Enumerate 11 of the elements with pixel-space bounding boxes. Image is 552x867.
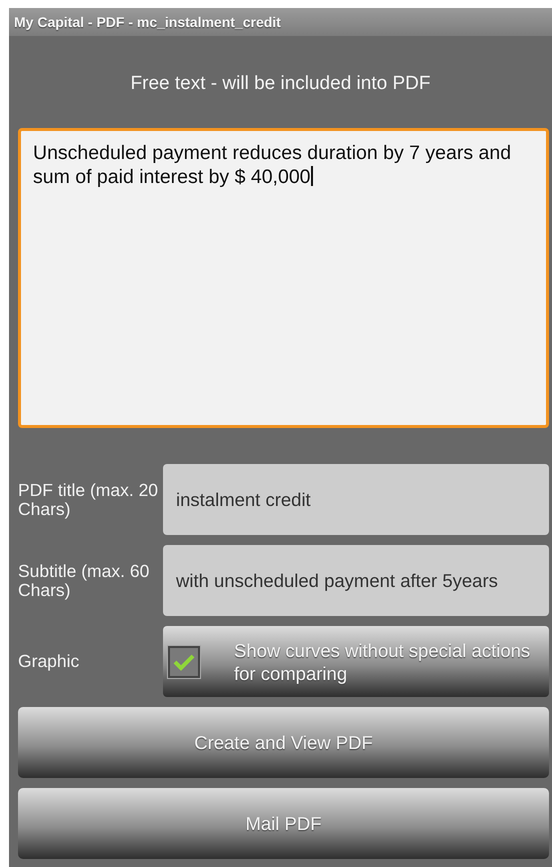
field-label: Subtitle (max. 60 Chars): [17, 562, 150, 600]
field-label: PDF title (max. 20 Chars): [17, 480, 160, 518]
free-text-area[interactable]: Unscheduled payment reduces duration by 7 years and sum of paid interest by $ 40,000: [18, 128, 549, 428]
input-field[interactable]: instalment credit: [163, 464, 549, 535]
section-heading: Free text - will be included into PDF: [130, 73, 430, 95]
check-icon: [173, 652, 195, 670]
checkbox[interactable]: [168, 646, 200, 678]
checkbox-toggle[interactable]: Show curves without special actions for comparing: [163, 626, 549, 697]
input-field[interactable]: with unscheduled payment after 5years: [163, 545, 549, 616]
window-title: My Capital - PDF - mc_instalment_credit: [14, 14, 281, 30]
field-label: Graphic: [17, 652, 80, 671]
